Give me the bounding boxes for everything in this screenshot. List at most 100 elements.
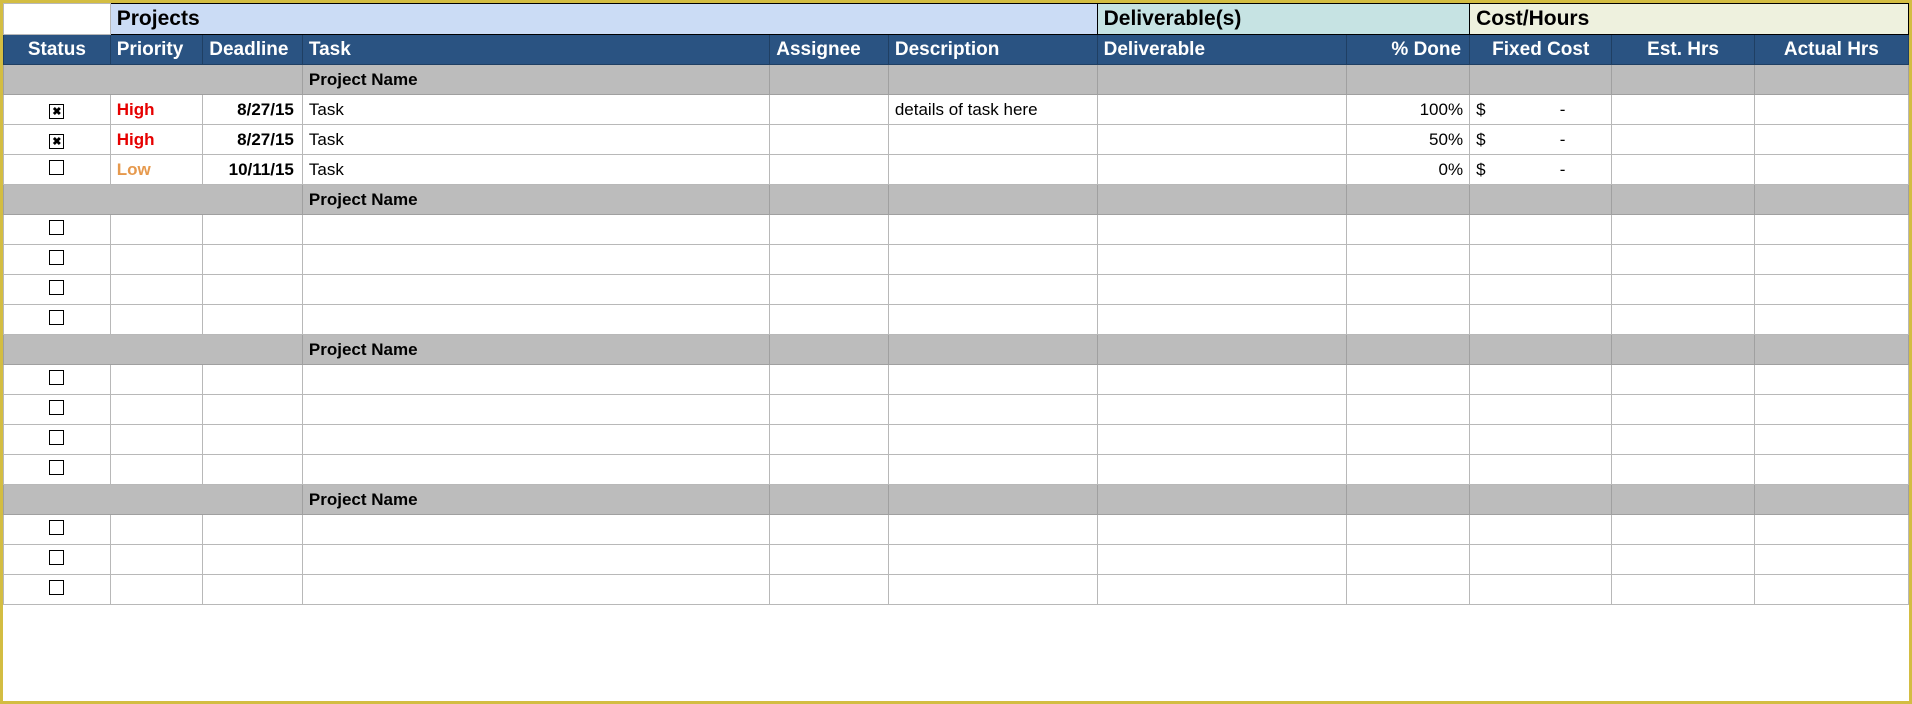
description-cell[interactable] xyxy=(888,455,1097,485)
task-cell[interactable] xyxy=(302,365,769,395)
est-hrs-cell[interactable] xyxy=(1612,125,1754,155)
project-cell[interactable] xyxy=(1097,485,1346,515)
actual-hrs-cell[interactable] xyxy=(1754,275,1908,305)
deadline-cell[interactable] xyxy=(203,545,303,575)
priority-cell[interactable] xyxy=(110,395,203,425)
fixed-cost-cell[interactable] xyxy=(1470,575,1612,605)
priority-cell[interactable] xyxy=(110,365,203,395)
est-hrs-cell[interactable] xyxy=(1612,95,1754,125)
description-cell[interactable]: details of task here xyxy=(888,95,1097,125)
deadline-cell[interactable] xyxy=(203,575,303,605)
priority-cell[interactable] xyxy=(110,425,203,455)
status-checkbox-icon[interactable] xyxy=(49,310,64,325)
task-cell[interactable] xyxy=(302,245,769,275)
pct-done-cell[interactable] xyxy=(1346,455,1469,485)
description-cell[interactable] xyxy=(888,515,1097,545)
project-cell[interactable] xyxy=(1612,485,1754,515)
assignee-cell[interactable] xyxy=(770,305,889,335)
status-cell[interactable] xyxy=(4,125,111,155)
deliverable-cell[interactable] xyxy=(1097,575,1346,605)
status-checkbox-icon[interactable] xyxy=(49,520,64,535)
task-cell[interactable]: Task xyxy=(302,155,769,185)
col-description[interactable]: Description xyxy=(888,35,1097,65)
description-cell[interactable] xyxy=(888,155,1097,185)
project-cell[interactable] xyxy=(1754,335,1908,365)
priority-cell[interactable] xyxy=(110,455,203,485)
status-checkbox-icon[interactable] xyxy=(49,160,64,175)
priority-cell[interactable] xyxy=(110,275,203,305)
project-cell[interactable] xyxy=(1346,65,1469,95)
assignee-cell[interactable] xyxy=(770,215,889,245)
status-checkbox-icon[interactable] xyxy=(49,580,64,595)
fixed-cost-cell[interactable] xyxy=(1470,395,1612,425)
actual-hrs-cell[interactable] xyxy=(1754,305,1908,335)
actual-hrs-cell[interactable] xyxy=(1754,155,1908,185)
est-hrs-cell[interactable] xyxy=(1612,365,1754,395)
pct-done-cell[interactable] xyxy=(1346,575,1469,605)
project-cell[interactable] xyxy=(1097,65,1346,95)
fixed-cost-cell[interactable] xyxy=(1470,215,1612,245)
task-cell[interactable] xyxy=(302,275,769,305)
est-hrs-cell[interactable] xyxy=(1612,305,1754,335)
status-cell[interactable] xyxy=(4,575,111,605)
est-hrs-cell[interactable] xyxy=(1612,575,1754,605)
project-cell[interactable] xyxy=(888,65,1097,95)
project-cell[interactable] xyxy=(1612,185,1754,215)
project-cell[interactable] xyxy=(1346,485,1469,515)
deliverable-cell[interactable] xyxy=(1097,545,1346,575)
deliverable-cell[interactable] xyxy=(1097,305,1346,335)
status-cell[interactable] xyxy=(4,245,111,275)
project-cell[interactable] xyxy=(1754,185,1908,215)
priority-cell[interactable] xyxy=(110,305,203,335)
project-cell[interactable] xyxy=(1470,335,1612,365)
actual-hrs-cell[interactable] xyxy=(1754,545,1908,575)
col-assignee[interactable]: Assignee xyxy=(770,35,889,65)
est-hrs-cell[interactable] xyxy=(1612,515,1754,545)
col-status[interactable]: Status xyxy=(4,35,111,65)
status-cell[interactable] xyxy=(4,365,111,395)
priority-cell[interactable]: Low xyxy=(110,155,203,185)
task-cell[interactable] xyxy=(302,515,769,545)
task-cell[interactable] xyxy=(302,395,769,425)
project-cell[interactable] xyxy=(1470,65,1612,95)
task-cell[interactable] xyxy=(302,545,769,575)
deadline-cell[interactable] xyxy=(203,455,303,485)
deliverable-cell[interactable] xyxy=(1097,125,1346,155)
status-checkbox-icon[interactable] xyxy=(49,460,64,475)
project-cell[interactable] xyxy=(1470,485,1612,515)
assignee-cell[interactable] xyxy=(770,155,889,185)
project-cell[interactable] xyxy=(1346,335,1469,365)
fixed-cost-cell[interactable]: $- xyxy=(1470,125,1612,155)
task-cell[interactable] xyxy=(302,425,769,455)
project-name-cell[interactable]: Project Name xyxy=(302,65,769,95)
task-cell[interactable] xyxy=(302,215,769,245)
assignee-cell[interactable] xyxy=(770,455,889,485)
deliverable-cell[interactable] xyxy=(1097,455,1346,485)
actual-hrs-cell[interactable] xyxy=(1754,215,1908,245)
actual-hrs-cell[interactable] xyxy=(1754,365,1908,395)
deadline-cell[interactable] xyxy=(203,305,303,335)
pct-done-cell[interactable] xyxy=(1346,545,1469,575)
pct-done-cell[interactable]: 50% xyxy=(1346,125,1469,155)
priority-cell[interactable] xyxy=(110,575,203,605)
description-cell[interactable] xyxy=(888,275,1097,305)
pct-done-cell[interactable] xyxy=(1346,395,1469,425)
project-name-cell[interactable]: Project Name xyxy=(302,185,769,215)
project-cell[interactable] xyxy=(888,185,1097,215)
priority-cell[interactable] xyxy=(110,515,203,545)
project-cell[interactable] xyxy=(770,335,889,365)
project-name-cell[interactable]: Project Name xyxy=(302,335,769,365)
actual-hrs-cell[interactable] xyxy=(1754,425,1908,455)
pct-done-cell[interactable] xyxy=(1346,245,1469,275)
status-cell[interactable] xyxy=(4,425,111,455)
priority-cell[interactable]: High xyxy=(110,95,203,125)
deliverable-cell[interactable] xyxy=(1097,365,1346,395)
deadline-cell[interactable]: 8/27/15 xyxy=(203,95,303,125)
priority-cell[interactable] xyxy=(110,245,203,275)
col-pct-done[interactable]: % Done xyxy=(1346,35,1469,65)
actual-hrs-cell[interactable] xyxy=(1754,395,1908,425)
pct-done-cell[interactable]: 100% xyxy=(1346,95,1469,125)
assignee-cell[interactable] xyxy=(770,545,889,575)
est-hrs-cell[interactable] xyxy=(1612,425,1754,455)
project-cell[interactable] xyxy=(888,335,1097,365)
